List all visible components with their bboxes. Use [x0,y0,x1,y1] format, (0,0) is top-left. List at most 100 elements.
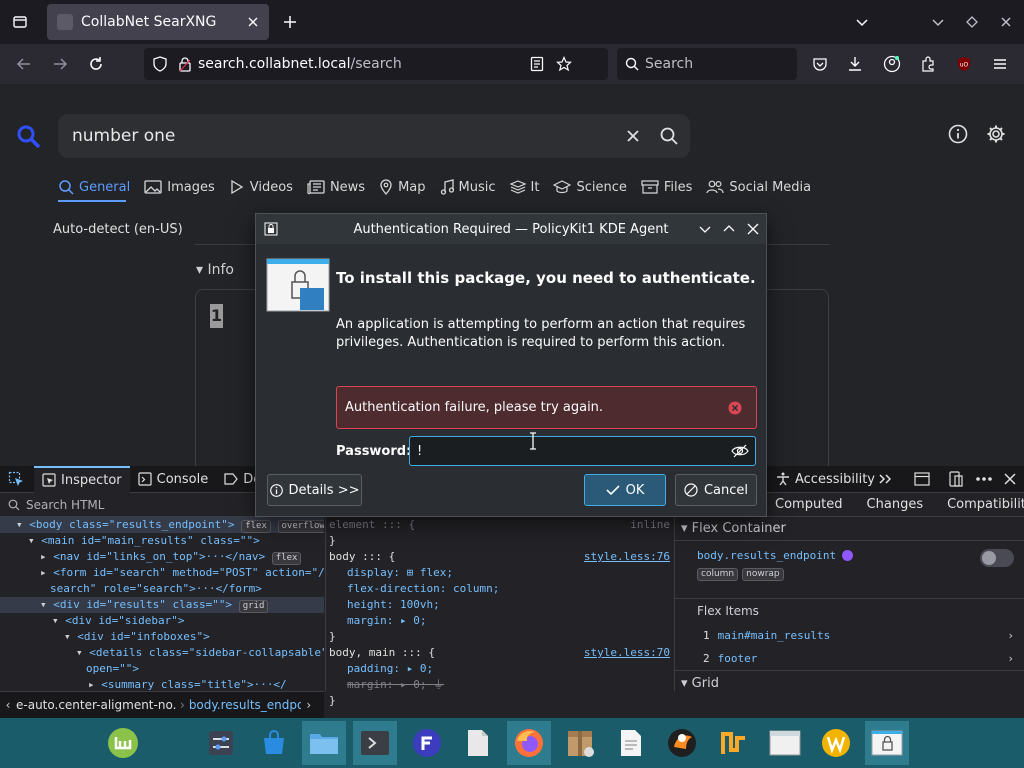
auth-agent-window-icon[interactable] [865,721,909,765]
tab-general[interactable]: General [58,176,130,198]
close-devtools-icon[interactable] [1004,473,1016,485]
dialog-titlebar[interactable]: Authentication Required — PolicyKit1 KDE… [256,214,766,244]
tree-node[interactable]: ▸ <form id="search" method="POST" action… [0,565,324,581]
more-tabs-icon[interactable] [878,473,892,485]
highlight-dot-icon[interactable] [842,550,854,561]
flex-item[interactable]: 1 main#main_results › [675,623,1024,647]
tree-node[interactable]: ▾ <details class="sidebar-collapsable" [0,645,324,661]
tree-node[interactable]: ▾ <div id="results" class=""> grid [0,597,324,613]
chevron-right-icon[interactable]: › [1007,652,1014,665]
tree-node[interactable]: ▾ <main id="main_results" class=""> [0,533,324,549]
app-launcher-icon[interactable] [712,721,756,765]
show-password-icon[interactable] [731,444,749,458]
flex-overlay-toggle[interactable] [980,549,1014,567]
thunderbird-icon[interactable] [660,721,704,765]
css-decl[interactable]: height: 100vh; [329,597,673,613]
css-rule-line[interactable]: body, main ::: {style.less:70 [329,645,673,661]
tab-science[interactable]: Science [553,176,627,198]
filter-icon[interactable]: ⏚ [433,678,444,691]
tab-overview-icon[interactable] [8,10,32,34]
pocket-icon[interactable] [808,52,832,76]
breadcrumb-item[interactable]: body.results_endpoir [189,698,301,712]
url-bar[interactable]: search.collabnet.local/search [144,48,608,80]
downloads-icon[interactable] [843,52,867,76]
flex-item[interactable]: 2 footer › [675,647,1024,671]
tab-inspector[interactable]: Inspector [34,465,130,493]
forward-icon[interactable] [48,52,72,76]
search-submit-icon[interactable] [660,127,678,145]
css-source-link[interactable]: style.less:70 [584,645,670,661]
lock-icon[interactable] [178,56,192,72]
ublock-icon[interactable]: uO [952,52,976,76]
settings-gear-icon[interactable] [986,124,1006,144]
info-icon[interactable] [948,124,968,144]
tree-node[interactable]: ▸ <nav id="links_on_top">···</nav> flex [0,549,324,565]
bookmark-star-icon[interactable] [556,56,572,72]
chevron-right-icon[interactable]: › [301,698,317,712]
tree-node[interactable]: ▾ <body class="results_endpoint"> flex o… [0,517,324,533]
account-icon[interactable] [880,52,904,76]
close-tab-icon[interactable] [247,16,259,28]
css-decl[interactable]: margin: ▸ 0; [329,613,673,629]
tree-node[interactable]: open=""> [0,661,324,677]
minimize-window-icon[interactable] [926,10,950,34]
dialog-minimize-icon[interactable] [699,223,711,235]
tab-changes[interactable]: Changes [855,497,936,512]
tree-node[interactable]: ▾ <div id="sidebar"> [0,613,324,629]
tab-accessibility[interactable]: Accessibility [776,472,875,487]
tree-node[interactable]: ▾ <div id="infoboxes"> [0,629,324,645]
back-icon[interactable] [12,52,36,76]
close-window-icon[interactable] [994,10,1018,34]
tab-files[interactable]: Files [641,176,692,198]
flex-container-header[interactable]: ▾ Flex Container [675,517,1024,541]
browser-search-box[interactable]: Search [617,48,797,80]
word-processor-icon[interactable] [814,721,858,765]
clear-search-icon[interactable] [626,129,640,143]
shield-icon[interactable] [152,56,168,72]
more-options-icon[interactable] [975,476,993,482]
chevron-right-icon[interactable]: › [1007,629,1014,642]
cancel-button[interactable]: Cancel [675,474,757,506]
new-tab-icon[interactable] [278,10,302,34]
node-badge[interactable]: overflow [277,520,324,533]
tab-active[interactable]: CollabNet SearXNG [47,4,269,40]
tab-images[interactable]: Images [144,176,215,198]
css-decl-overridden[interactable]: margin: ▸ 0; ⏚ [329,677,673,693]
css-source-link[interactable]: style.less:76 [584,549,670,565]
dismiss-error-icon[interactable] [728,401,742,415]
document-viewer-icon[interactable] [609,721,653,765]
tab-map[interactable]: Map [379,176,426,198]
fedora-media-writer-icon[interactable] [405,721,449,765]
text-editor-icon[interactable] [456,721,500,765]
dialog-close-icon[interactable] [747,223,759,235]
searxng-logo-icon[interactable] [16,124,42,150]
software-store-icon[interactable] [252,721,296,765]
css-decl[interactable]: display: ⊞ flex; [329,565,673,581]
info-summary[interactable]: ▾ Info [196,262,234,278]
extensions-icon[interactable] [916,52,940,76]
chevron-left-icon[interactable]: ‹ [0,698,16,712]
tree-node[interactable]: search" role="search">···</form> [0,581,324,597]
search-input[interactable]: number one [58,114,690,158]
node-badge[interactable]: flex [271,552,302,565]
css-rule-line[interactable]: element ::: {inline [329,517,673,533]
mint-menu-icon[interactable] [101,721,145,765]
archive-manager-icon[interactable] [558,721,602,765]
file-manager-icon[interactable] [302,721,346,765]
tab-it[interactable]: It [509,176,539,198]
css-decl[interactable]: flex-direction: column; [329,581,673,597]
menu-icon[interactable] [988,52,1012,76]
node-badge[interactable]: flex [241,520,271,533]
search-query[interactable]: number one [72,126,626,146]
tab-music[interactable]: Music [440,176,496,198]
tab-compatibility[interactable]: Compatibility [935,497,1024,512]
tab-console[interactable]: Console [130,466,217,493]
maximize-window-icon[interactable] [960,10,984,34]
language-selector[interactable]: Auto-detect (en-US) [53,222,183,237]
dialog-maximize-icon[interactable] [723,223,735,235]
settings-app-icon[interactable] [199,721,243,765]
node-badge[interactable]: grid [238,600,269,613]
terminal-icon[interactable] [353,721,397,765]
firefox-icon[interactable] [507,721,551,765]
details-button[interactable]: Details >> [267,474,362,506]
